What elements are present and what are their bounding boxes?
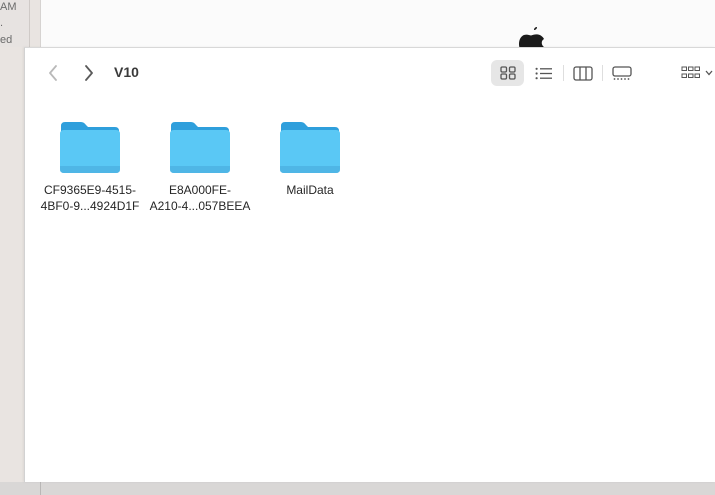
- columns-icon: [573, 65, 593, 81]
- view-as-columns-button[interactable]: [568, 60, 598, 86]
- toolbar-separator: [602, 65, 603, 81]
- list-icon: [535, 67, 552, 79]
- background-text-line: AM: [0, 1, 17, 13]
- group-by-button[interactable]: [681, 60, 715, 86]
- toolbar-separator: [563, 65, 564, 81]
- folder-item[interactable]: MailData: [255, 120, 365, 198]
- folder-name: CF9365E9-4515- 4BF0-9...4924D1F: [40, 183, 140, 213]
- gallery-icon: [612, 65, 632, 80]
- folder-item[interactable]: CF9365E9-4515- 4BF0-9...4924D1F: [35, 120, 145, 214]
- folder-icon: [280, 122, 340, 173]
- window-title: V10: [114, 64, 139, 80]
- chevron-right-icon: [85, 65, 93, 81]
- finder-window: V10 CF9365E9-4515- 4BF0-9...4924D1F E8A0…: [24, 47, 715, 482]
- folder-icon: [170, 122, 230, 173]
- group-grid-icon: [681, 66, 700, 78]
- folder-name: MailData: [286, 183, 334, 197]
- background-window-bottom: [0, 482, 715, 495]
- view-as-list-button[interactable]: [530, 60, 558, 86]
- folder-item[interactable]: E8A000FE- A210-4...057BEEA: [145, 120, 255, 214]
- folder-icon: [60, 122, 120, 173]
- finder-toolbar: V10: [25, 48, 715, 98]
- back-button[interactable]: [42, 61, 64, 85]
- view-as-gallery-button[interactable]: [607, 60, 637, 86]
- forward-button[interactable]: [78, 61, 100, 85]
- chevron-left-icon: [49, 65, 57, 81]
- apple-logo-icon: [519, 27, 544, 49]
- folder-name: E8A000FE- A210-4...057BEEA: [149, 183, 251, 213]
- background-text-line: .: [0, 17, 4, 29]
- view-as-icons-button[interactable]: [491, 60, 524, 86]
- chevron-down-icon: [705, 70, 713, 76]
- background-text-line: ed: [0, 34, 13, 46]
- icon-grid-icon: [499, 66, 516, 80]
- background-sidebar-strip: AM . ed: [0, 0, 30, 47]
- background-divider: [40, 482, 41, 495]
- background-window-area: [41, 0, 715, 47]
